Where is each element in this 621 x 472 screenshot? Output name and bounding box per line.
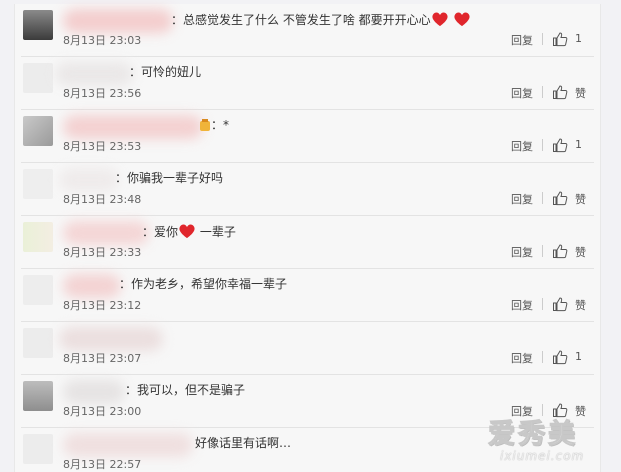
- thumbs-up-icon[interactable]: [552, 296, 568, 312]
- comment-time: 8月13日 23:53: [63, 140, 142, 153]
- blurred-username: [59, 168, 119, 192]
- watermark-logo: 爱秀美: [488, 419, 578, 451]
- like-count[interactable]: 赞: [575, 191, 586, 207]
- like-count[interactable]: 1: [575, 32, 582, 45]
- comment-text: 好像话里有话啊…: [195, 436, 292, 450]
- like-count[interactable]: 赞: [575, 297, 586, 313]
- reply-button[interactable]: 回复: [511, 244, 533, 260]
- comment-text: ：作为老乡，希望你幸福一辈子: [119, 277, 288, 291]
- avatar[interactable]: [23, 381, 53, 411]
- thumbs-up-icon[interactable]: [552, 31, 568, 47]
- comment-time: 8月13日 23:12: [63, 299, 142, 312]
- emoji-icon: [200, 119, 210, 131]
- avatar[interactable]: [23, 222, 53, 252]
- divider: [542, 245, 543, 257]
- avatar[interactable]: [23, 434, 53, 464]
- comment-row: ：爱你 一辈子 8月13日 23:33 回复 赞: [15, 216, 600, 269]
- blurred-username: [63, 380, 125, 404]
- like-count[interactable]: 1: [575, 350, 582, 363]
- avatar[interactable]: [23, 116, 53, 146]
- comment-time: 8月13日 23:03: [63, 34, 142, 47]
- comment-text: ：爱你 一辈子: [142, 224, 236, 239]
- comment-row: ：可怜的妞儿 8月13日 23:56 回复 赞: [15, 57, 600, 110]
- reply-button[interactable]: 回复: [511, 350, 533, 366]
- comment-time: 8月13日 23:56: [63, 87, 142, 100]
- heart-emoji-icon: [454, 12, 470, 27]
- heart-emoji-icon: [179, 224, 195, 239]
- reply-button[interactable]: 回复: [511, 138, 533, 154]
- comment-row: ：* 8月13日 23:53 回复 1: [15, 110, 600, 163]
- comment-time: 8月13日 23:00: [63, 405, 142, 418]
- blurred-username: [63, 433, 193, 457]
- avatar[interactable]: [23, 275, 53, 305]
- reply-button[interactable]: 回复: [511, 191, 533, 207]
- thumbs-up-icon[interactable]: [552, 137, 568, 153]
- comment-row: 8月13日 23:07 回复 1: [15, 322, 600, 375]
- like-count[interactable]: 赞: [575, 85, 586, 101]
- comment-text: ：总感觉发生了什么 不管发生了啥 都要开开心心: [171, 11, 471, 28]
- blurred-username: [63, 115, 203, 139]
- blurred-username: [63, 9, 173, 33]
- reply-button[interactable]: 回复: [511, 32, 533, 48]
- like-count[interactable]: 赞: [575, 244, 586, 260]
- avatar[interactable]: [23, 169, 53, 199]
- divider: [542, 33, 543, 45]
- thumbs-up-icon[interactable]: [552, 349, 568, 365]
- comment-time: 8月13日 23:33: [63, 246, 142, 259]
- comment-row: ：总感觉发生了什么 不管发生了啥 都要开开心心 8月13日 23:03 回复 1: [15, 4, 600, 57]
- divider: [542, 192, 543, 204]
- comment-time: 8月13日 23:07: [63, 352, 142, 365]
- comment-row: ：作为老乡，希望你幸福一辈子 8月13日 23:12 回复 赞: [15, 269, 600, 322]
- reply-button[interactable]: 回复: [511, 297, 533, 313]
- thumbs-up-icon[interactable]: [552, 243, 568, 259]
- blurred-username: [63, 274, 121, 298]
- comment-text: ：我可以，但不是骗子: [125, 383, 246, 397]
- divider: [542, 86, 543, 98]
- watermark: 爱秀美 ixiumei.com: [488, 412, 616, 468]
- avatar[interactable]: [23, 63, 53, 93]
- heart-emoji-icon: [432, 12, 448, 27]
- avatar[interactable]: [23, 328, 53, 358]
- thumbs-up-icon[interactable]: [552, 190, 568, 206]
- divider: [542, 298, 543, 310]
- avatar[interactable]: [23, 10, 53, 40]
- comment-time: 8月13日 22:57: [63, 458, 142, 471]
- watermark-url: ixiumei.com: [500, 449, 585, 463]
- blurred-username: [59, 327, 163, 351]
- thumbs-up-icon[interactable]: [552, 84, 568, 100]
- comment-text: ：你骗我一辈子好吗: [115, 171, 224, 185]
- like-count[interactable]: 1: [575, 138, 582, 151]
- blurred-username: [63, 221, 149, 245]
- comment-text: ：可怜的妞儿: [129, 65, 202, 79]
- comment-list: ：总感觉发生了什么 不管发生了啥 都要开开心心 8月13日 23:03 回复 1…: [14, 4, 601, 472]
- comment-time: 8月13日 23:48: [63, 193, 142, 206]
- blurred-username: [55, 62, 133, 86]
- divider: [542, 351, 543, 363]
- comment-text: ：*: [211, 118, 230, 132]
- divider: [542, 139, 543, 151]
- comment-row: ：你骗我一辈子好吗 8月13日 23:48 回复 赞: [15, 163, 600, 216]
- reply-button[interactable]: 回复: [511, 85, 533, 101]
